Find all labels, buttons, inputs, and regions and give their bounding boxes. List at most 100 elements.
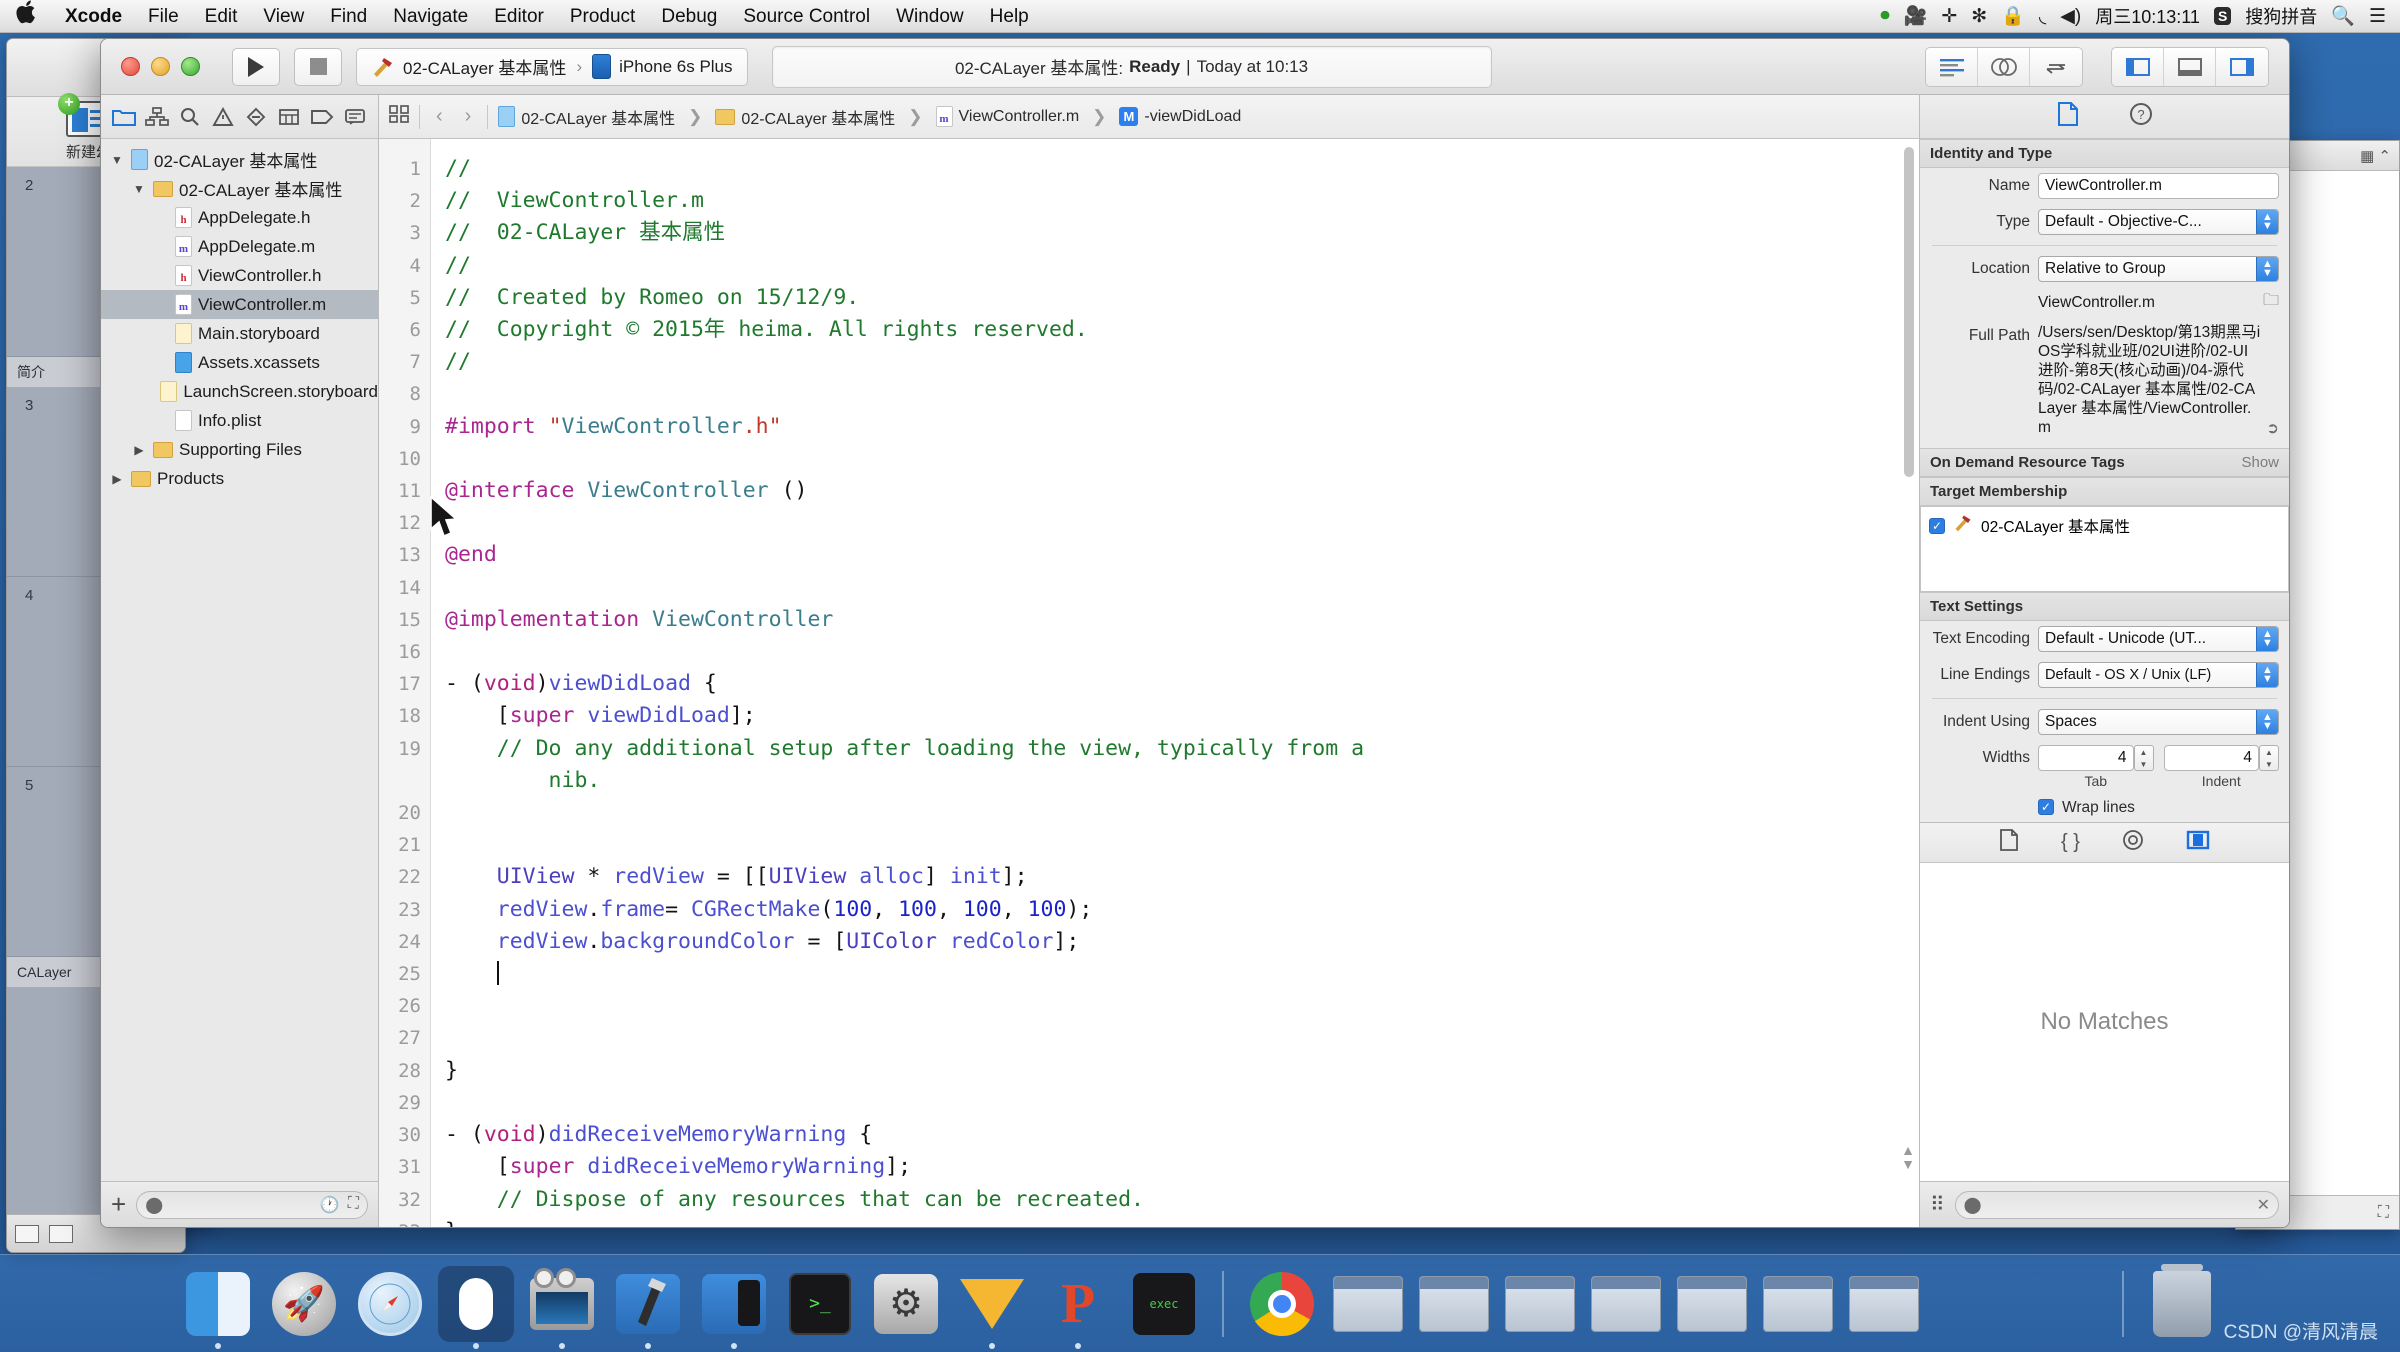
- breadcrumb-file[interactable]: m ViewController.m: [935, 106, 1079, 127]
- dock-item-sketch[interactable]: [954, 1266, 1030, 1349]
- toggle-utilities-icon[interactable]: [2216, 48, 2268, 86]
- tab-width-stepper[interactable]: ▲ ▼: [2133, 745, 2154, 771]
- input-method-badge[interactable]: S: [2213, 7, 2232, 25]
- menu-item-debug[interactable]: Debug: [648, 0, 730, 33]
- stop-button[interactable]: [294, 47, 342, 86]
- dock-item-simulator[interactable]: [696, 1266, 772, 1349]
- navigator-row[interactable]: ▶ Products: [101, 464, 378, 493]
- field-line-endings[interactable]: Line Endings Default - OS X / Unix (LF) ▲…: [1920, 657, 2289, 693]
- field-location[interactable]: Location Relative to Group ▲ ▼: [1920, 251, 2289, 287]
- breadcrumb-folder[interactable]: 02-CALayer 基本属性: [715, 105, 895, 129]
- editor-vertical-scrollbar[interactable]: [1901, 139, 1917, 1227]
- menu-item-source-control[interactable]: Source Control: [730, 0, 883, 33]
- zoom-button[interactable]: [181, 57, 200, 76]
- toggle-navigator-icon[interactable]: [2112, 47, 2164, 86]
- airplay-icon[interactable]: ✛: [1941, 5, 1957, 28]
- menu-item-editor[interactable]: Editor: [481, 0, 557, 33]
- assistant-editor-icon[interactable]: [1978, 47, 2030, 86]
- source-code-text[interactable]: // // ViewController.m // 02-CALayer 基本属…: [431, 139, 1919, 1227]
- breakpoint-navigator-icon[interactable]: [306, 102, 339, 132]
- location-popup[interactable]: Relative to Group ▲ ▼: [2038, 256, 2279, 282]
- breadcrumb-method[interactable]: M -viewDidLoad: [1119, 107, 1241, 126]
- menu-item-navigate[interactable]: Navigate: [380, 0, 481, 33]
- view-list-icon[interactable]: [15, 1224, 39, 1243]
- wifi-icon[interactable]: ◟: [2039, 5, 2046, 28]
- toggle-debug-area-icon[interactable]: [2164, 47, 2216, 86]
- navigator-filter-field[interactable]: ⬤ 🕐 ⛶: [136, 1190, 368, 1219]
- library-tab-bar[interactable]: { }: [1920, 823, 2289, 863]
- reveal-in-finder-icon[interactable]: ➲: [2266, 419, 2279, 437]
- line-endings-popup[interactable]: Default - OS X / Unix (LF) ▲ ▼: [2038, 662, 2279, 688]
- media-library-icon[interactable]: [2186, 829, 2210, 856]
- dock[interactable]: 🚀 >_ ⚙ P exec: [0, 1254, 2400, 1352]
- symbol-navigator-icon[interactable]: [140, 102, 173, 132]
- file-inspector-icon[interactable]: [2057, 102, 2079, 131]
- dock-item-mouse-utility[interactable]: [438, 1265, 514, 1349]
- xcode-window[interactable]: 02-CALayer 基本属性 › iPhone 6s Plus 02-CALa…: [100, 38, 2290, 1228]
- find-navigator-icon[interactable]: [173, 102, 206, 132]
- navigator-row[interactable]: ▼ 02-CALayer 基本属性: [101, 174, 378, 203]
- disclosure-triangle-icon[interactable]: ▶: [131, 443, 147, 457]
- menu-clock[interactable]: 周三10:13:11: [2095, 3, 2200, 29]
- navigator-area[interactable]: ▼ 02-CALayer 基本属性 ▼ 02-CALayer 基本属性 h AppDele…: [101, 95, 379, 1227]
- project-navigator-tree[interactable]: ▼ 02-CALayer 基本属性 ▼ 02-CALayer 基本属性 h AppDele…: [101, 139, 378, 1181]
- menu-item-file[interactable]: File: [135, 0, 192, 33]
- name-input[interactable]: ViewController.m: [2038, 173, 2279, 199]
- apple-logo-icon[interactable]: [16, 0, 52, 33]
- search-icon[interactable]: 🔍: [2331, 4, 2355, 28]
- field-indent-using[interactable]: Indent Using Spaces ▲ ▼: [1920, 704, 2289, 740]
- menu-bar[interactable]: Xcode File Edit View Find Navigate Edito…: [0, 0, 2400, 33]
- dock-item-exec-app[interactable]: exec: [1126, 1266, 1202, 1342]
- recent-icon[interactable]: 🕐: [320, 1195, 340, 1215]
- show-link[interactable]: Show: [2241, 454, 2279, 471]
- navigator-row[interactable]: Info.plist: [101, 406, 378, 435]
- source-control-icon[interactable]: ⛶: [348, 1195, 359, 1215]
- navigator-row[interactable]: m AppDelegate.m: [101, 232, 378, 261]
- menu-item-help[interactable]: Help: [977, 0, 1042, 33]
- field-text-encoding[interactable]: Text Encoding Default - Unicode (UT... ▲ ▼: [1920, 621, 2289, 657]
- navigate-forward-icon[interactable]: ›: [459, 105, 478, 128]
- menu-item-view[interactable]: View: [250, 0, 317, 33]
- related-items-icon[interactable]: [389, 105, 409, 128]
- issue-navigator-icon[interactable]: [206, 102, 239, 132]
- dock-item-window-5[interactable]: [1760, 1266, 1836, 1342]
- source-editor[interactable]: 1 2 3 4 5 6 7 8 9 10 11 12 13 14 15 16 17 18 19 20 21 22 23 24 2…: [379, 139, 1919, 1227]
- screen-record-icon[interactable]: ⏺: [1880, 5, 1890, 27]
- file-template-library-icon[interactable]: [1999, 829, 2019, 856]
- breadcrumb-project[interactable]: 02-CALayer 基本属性: [498, 105, 675, 129]
- choose-folder-icon[interactable]: 🗀: [2263, 289, 2279, 316]
- menu-item-product[interactable]: Product: [557, 0, 648, 33]
- dock-item-finder[interactable]: [180, 1266, 256, 1349]
- dock-item-window-6[interactable]: [1846, 1266, 1922, 1342]
- text-encoding-popup[interactable]: Default - Unicode (UT... ▲ ▼: [2038, 626, 2279, 652]
- dock-item-xcode[interactable]: [610, 1266, 686, 1349]
- view-grid-icon[interactable]: [49, 1224, 73, 1243]
- add-file-button[interactable]: +: [111, 1189, 126, 1220]
- debug-navigator-icon[interactable]: [273, 102, 306, 132]
- field-wrap-lines[interactable]: ✓ Wrap lines: [1920, 794, 2289, 822]
- menu-item-find[interactable]: Find: [317, 0, 380, 33]
- version-editor-icon[interactable]: [2030, 48, 2082, 86]
- field-type[interactable]: Type Default - Objective-C... ▲ ▼: [1920, 204, 2289, 240]
- window-controls[interactable]: [115, 57, 200, 76]
- type-popup[interactable]: Default - Objective-C... ▲ ▼: [2038, 209, 2279, 235]
- navigator-filter-bar[interactable]: + ⬤ 🕐 ⛶: [101, 1181, 378, 1227]
- menu-item-xcode[interactable]: Xcode: [52, 0, 135, 33]
- indent-width-stepper[interactable]: ▲ ▼: [2259, 745, 2279, 771]
- section-identity-and-type[interactable]: Identity and Type: [1920, 139, 2289, 168]
- tab-width-input[interactable]: 4: [2038, 745, 2134, 771]
- lock-icon[interactable]: 🔒: [2001, 4, 2025, 28]
- disclosure-triangle-icon[interactable]: ▼: [131, 182, 147, 196]
- library-pane[interactable]: { } No Matches ⠿ ⬤ ✕: [1920, 822, 2289, 1227]
- dock-item-quicktime[interactable]: [524, 1266, 600, 1349]
- view-toggle-group[interactable]: [2111, 46, 2269, 87]
- target-membership-list[interactable]: ✓ 02-CALayer 基本属性: [1920, 506, 2289, 592]
- input-method-label[interactable]: 搜狗拼音: [2245, 3, 2317, 29]
- jump-bar[interactable]: ‹ › 02-CALayer 基本属性 ❯ 02-CALayer 基本属性 ❯ …: [379, 95, 1919, 139]
- scrollbar-thumb[interactable]: [1904, 147, 1914, 477]
- dock-item-window-3[interactable]: [1588, 1266, 1664, 1342]
- project-navigator-icon[interactable]: [107, 102, 140, 132]
- target-checkbox[interactable]: ✓: [1929, 517, 1945, 534]
- navigator-row[interactable]: h ViewController.h: [101, 261, 378, 290]
- minimize-button[interactable]: [151, 57, 170, 76]
